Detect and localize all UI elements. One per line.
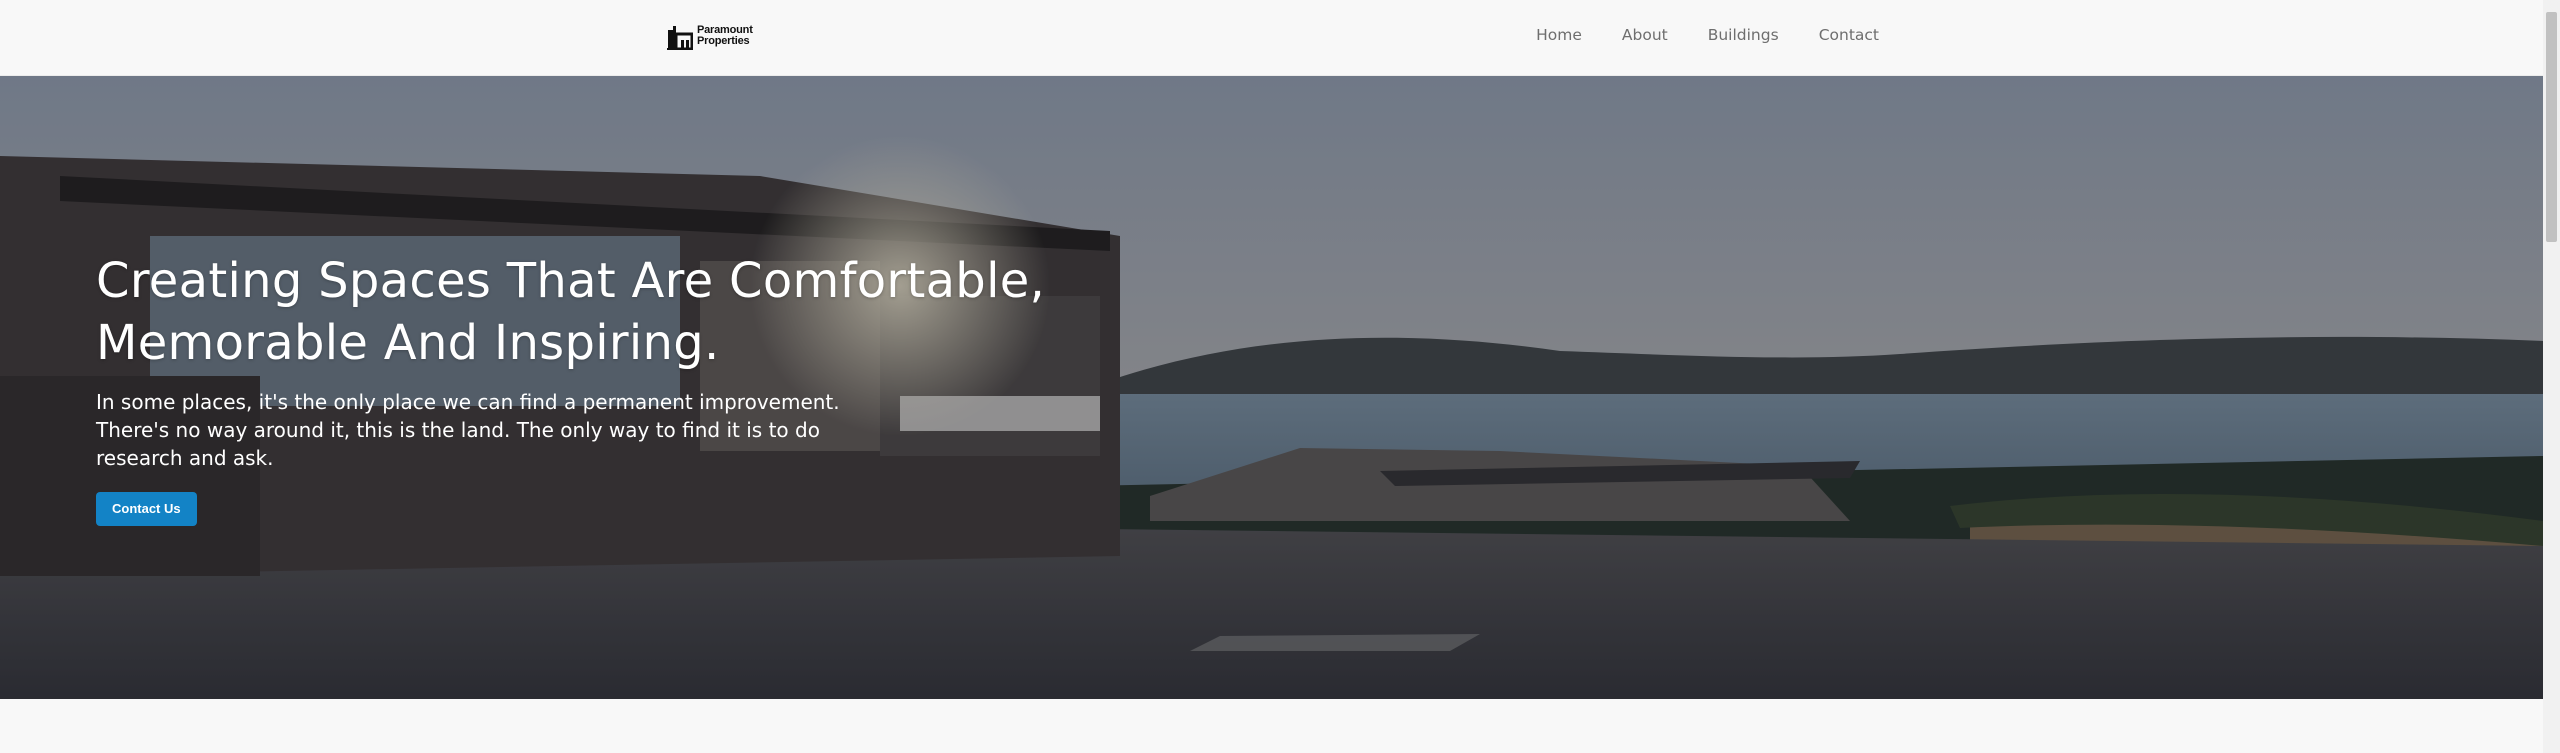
hero-text-line3: research and ask. — [96, 446, 274, 470]
hero-title-line1: Creating Spaces That Are Comfortable, — [96, 253, 1046, 309]
brand-logo[interactable]: Paramount Properties — [667, 22, 753, 50]
nav-contact[interactable]: Contact — [1819, 24, 1879, 46]
brand-name: Paramount Properties — [697, 25, 753, 47]
hero-title-line2: Memorable And Inspiring. — [96, 315, 720, 371]
navbar: Paramount Properties Home About Building… — [0, 0, 2543, 76]
hero-text-line2: There's no way around it, this is the la… — [96, 418, 820, 442]
hero-title: Creating Spaces That Are Comfortable, Me… — [96, 250, 1096, 374]
hero-text-line1: In some places, it's the only place we c… — [96, 390, 840, 414]
nav-about[interactable]: About — [1622, 24, 1668, 46]
page-scrollbar[interactable] — [2543, 0, 2560, 753]
building-icon — [667, 26, 693, 50]
scrollbar-thumb[interactable] — [2546, 12, 2557, 242]
nav-buildings[interactable]: Buildings — [1708, 24, 1779, 46]
brand-line2: Properties — [697, 35, 750, 47]
main-nav: Home About Buildings Contact — [1536, 24, 1879, 46]
contact-us-button[interactable]: Contact Us — [96, 492, 197, 526]
nav-home[interactable]: Home — [1536, 24, 1582, 46]
hero-content: Creating Spaces That Are Comfortable, Me… — [96, 250, 1096, 526]
hero-section: Creating Spaces That Are Comfortable, Me… — [0, 76, 2543, 699]
hero-description: In some places, it's the only place we c… — [96, 388, 856, 472]
